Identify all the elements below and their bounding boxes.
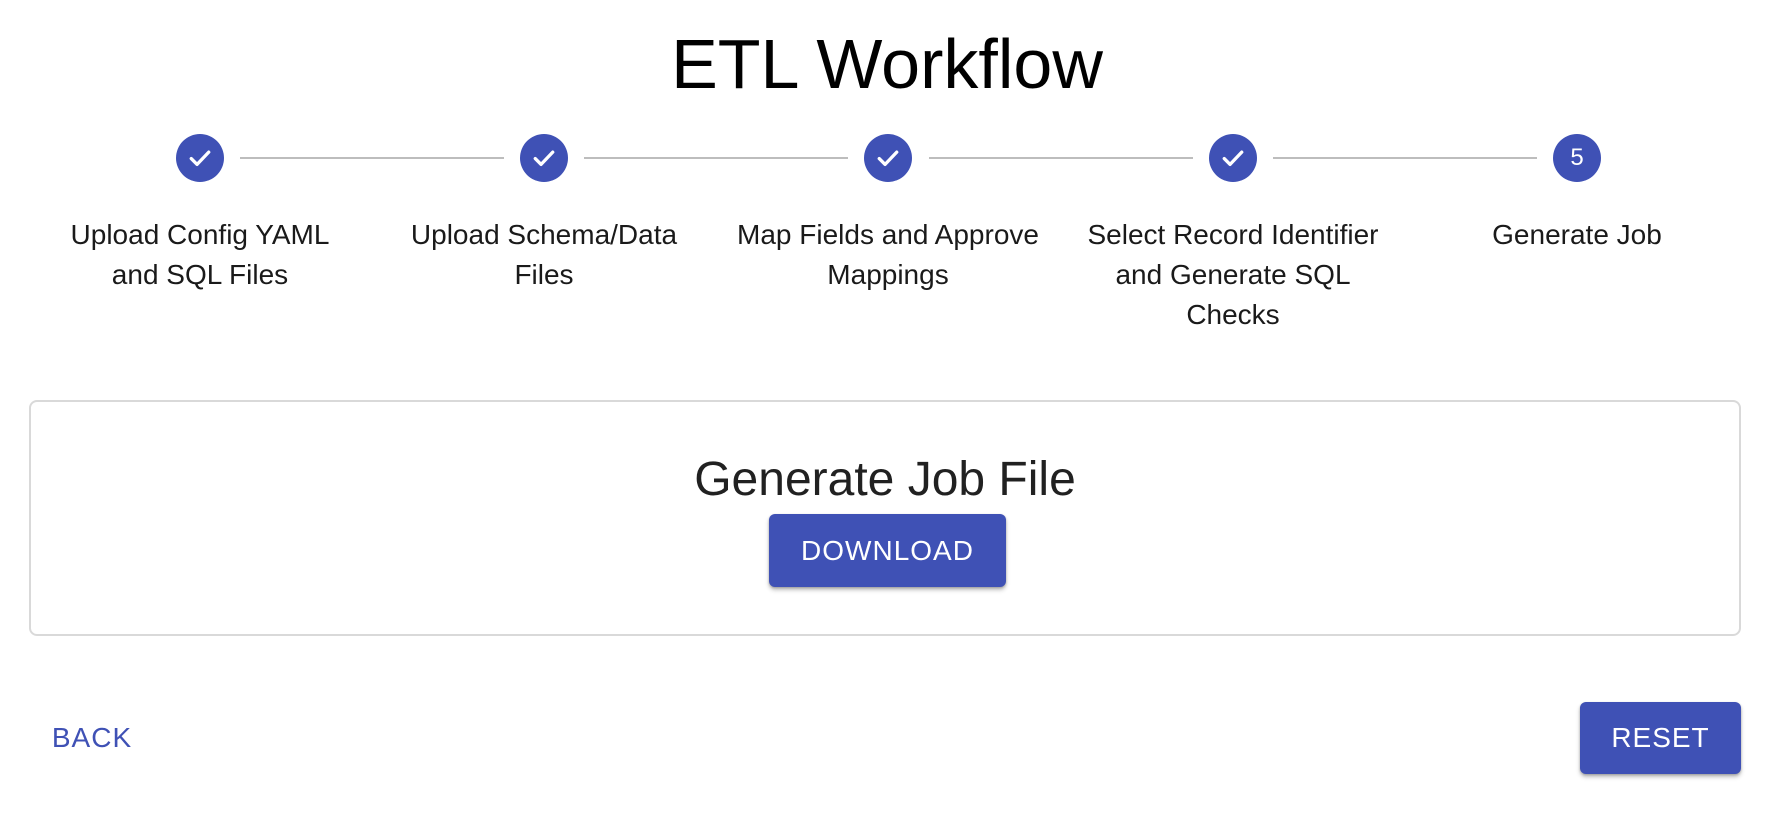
workflow-stepper: Upload Config YAML and SQL Files Upload … (0, 130, 1774, 350)
step-label: Select Record Identifier and Generate SQ… (1087, 219, 1379, 330)
download-button[interactable]: DOWNLOAD (769, 514, 1006, 587)
step-label: Upload Schema/Data Files (410, 219, 678, 290)
step-label: Map Fields and Approve Mappings (737, 219, 1039, 290)
step-2: Upload Schema/Data Files (384, 130, 704, 295)
step-number-badge: 5 (1553, 134, 1601, 182)
reset-button[interactable]: RESET (1580, 702, 1741, 774)
check-icon (1209, 134, 1257, 182)
back-button[interactable]: BACK (30, 702, 154, 774)
page-title: ETL Workflow (671, 25, 1103, 103)
generate-job-card: Generate Job File DOWNLOAD (29, 400, 1741, 636)
step-1: Upload Config YAML and SQL Files (40, 130, 360, 295)
check-icon (176, 134, 224, 182)
check-icon (520, 134, 568, 182)
check-icon (864, 134, 912, 182)
step-4: Select Record Identifier and Generate SQ… (1073, 130, 1393, 335)
step-label: Generate Job (1492, 219, 1662, 250)
card-title: Generate Job File (694, 453, 1076, 506)
step-3: Map Fields and Approve Mappings (728, 130, 1048, 295)
step-5: 5 Generate Job (1417, 130, 1737, 255)
step-label: Upload Config YAML and SQL Files (70, 219, 330, 290)
